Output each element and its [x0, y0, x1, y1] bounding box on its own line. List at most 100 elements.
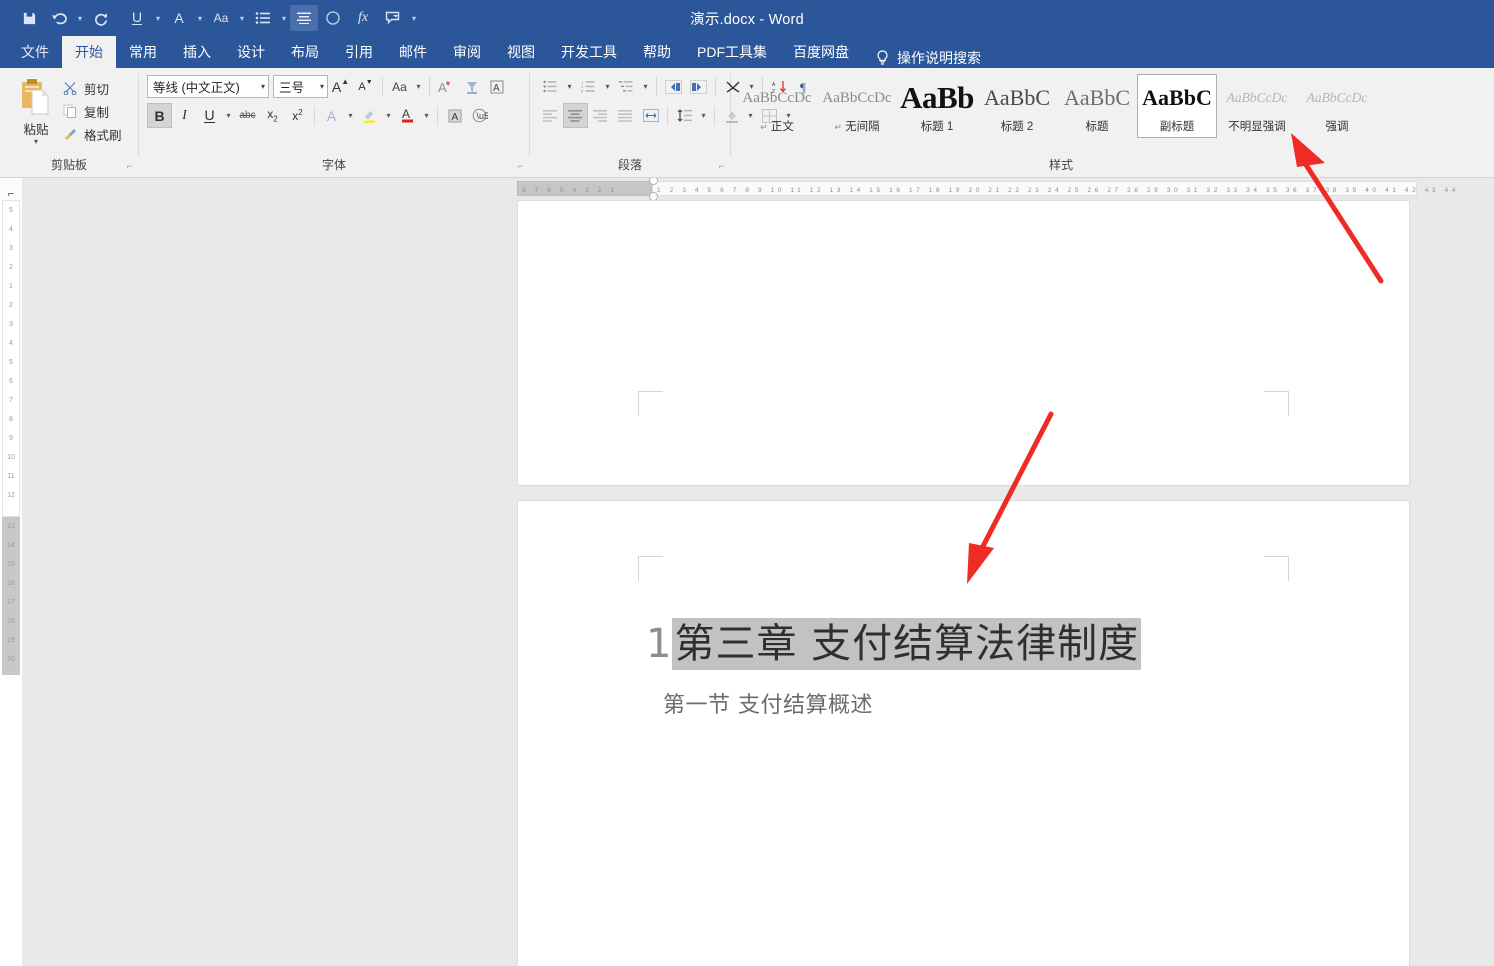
- text-effects-button[interactable]: A: [434, 74, 459, 99]
- tab-help[interactable]: 帮助: [630, 36, 684, 68]
- tab-view[interactable]: 视图: [494, 36, 548, 68]
- vertical-ruler[interactable]: ⌐ 543 212 345 678 9 10 11 12 13 14 15 16 17 18…: [0, 178, 22, 966]
- numbering-dropdown-icon[interactable]: ▾: [601, 74, 614, 99]
- style-item-normal[interactable]: AaBbCcDc ↵ 正文: [737, 74, 817, 138]
- style-item-title[interactable]: AaBbC 标题: [1057, 74, 1137, 138]
- document-page-1[interactable]: [517, 200, 1410, 486]
- tell-me-search[interactable]: 操作说明搜索: [862, 48, 981, 68]
- underline-button[interactable]: U: [197, 103, 222, 128]
- align-icon[interactable]: [290, 5, 318, 31]
- tab-review[interactable]: 审阅: [440, 36, 494, 68]
- format-painter-button[interactable]: 格式刷: [62, 124, 122, 144]
- change-case-icon[interactable]: Aa: [206, 4, 236, 32]
- highlight-dropdown-icon[interactable]: ▾: [382, 103, 395, 128]
- style-item-heading-2[interactable]: AaBbC 标题 2: [977, 74, 1057, 138]
- tab-insert[interactable]: 插入: [170, 36, 224, 68]
- tab-mailings[interactable]: 邮件: [386, 36, 440, 68]
- quick-access-toolbar[interactable]: ▾ U ▾ A ▾ Aa ▾ ▾ fx ▾: [0, 4, 420, 32]
- tab-common[interactable]: 常用: [116, 36, 170, 68]
- tab-file[interactable]: 文件: [8, 36, 62, 68]
- equation-icon[interactable]: fx: [348, 4, 378, 32]
- comment-icon[interactable]: [378, 4, 408, 32]
- document-title-paragraph[interactable]: 1第三章 支付结算法律制度: [646, 611, 1142, 670]
- distribute-button[interactable]: [638, 103, 663, 128]
- underline-dropdown-icon[interactable]: ▾: [222, 103, 235, 128]
- undo-dropdown-icon[interactable]: ▾: [74, 4, 86, 32]
- font-color-button[interactable]: A: [395, 103, 420, 128]
- tab-developer[interactable]: 开发工具: [548, 36, 630, 68]
- clear-formatting-button[interactable]: [459, 74, 484, 99]
- align-center-button[interactable]: [563, 103, 588, 128]
- tab-references[interactable]: 引用: [332, 36, 386, 68]
- tab-home[interactable]: 开始: [62, 36, 116, 68]
- strikethrough-button[interactable]: abc: [235, 103, 260, 128]
- shape-circle-icon[interactable]: [318, 4, 348, 32]
- style-item-emphasis[interactable]: AaBbCcDc 强调: [1297, 74, 1377, 138]
- bullets-button[interactable]: [538, 74, 563, 99]
- style-item-no-spacing[interactable]: AaBbCcDc ↵ 无间隔: [817, 74, 897, 138]
- tab-stop-icon[interactable]: ⌐: [0, 178, 22, 200]
- clipboard-dialog-launcher[interactable]: ⌐: [127, 157, 132, 175]
- decrease-indent-button[interactable]: [661, 74, 686, 99]
- document-title-text[interactable]: 第三章 支付结算法律制度: [672, 618, 1142, 670]
- save-icon[interactable]: [14, 4, 44, 32]
- cut-button[interactable]: 剪切: [62, 78, 122, 98]
- customize-qat-icon[interactable]: ▾: [408, 4, 420, 32]
- font-size-input[interactable]: 三号 ▾: [273, 75, 328, 98]
- style-item-heading-1[interactable]: AaBb 标题 1: [897, 74, 977, 138]
- paste-dropdown-icon[interactable]: ▾: [34, 138, 38, 146]
- change-case-button[interactable]: Aa: [387, 74, 412, 99]
- bullet-list-icon[interactable]: [248, 4, 278, 32]
- copy-button[interactable]: 复制: [62, 101, 122, 121]
- tab-baidu-netdisk[interactable]: 百度网盘: [780, 36, 862, 68]
- paragraph-dialog-launcher[interactable]: ⌐: [719, 157, 724, 175]
- multilevel-list-button[interactable]: [614, 74, 639, 99]
- font-size-dropdown-icon[interactable]: ▾: [317, 82, 324, 91]
- undo-icon[interactable]: [44, 4, 74, 32]
- shrink-font-button[interactable]: A ▼: [353, 74, 378, 99]
- redo-icon[interactable]: [86, 4, 116, 32]
- font-color-dropdown-icon[interactable]: ▾: [420, 103, 433, 128]
- style-item-subtle-emphasis[interactable]: AaBbCcDc 不明显强调: [1217, 74, 1297, 138]
- superscript-button[interactable]: x2: [285, 103, 310, 128]
- change-case-dropdown-icon[interactable]: ▾: [236, 4, 248, 32]
- multilevel-list-dropdown-icon[interactable]: ▾: [639, 74, 652, 99]
- font-color-icon[interactable]: A: [164, 4, 194, 32]
- paste-button[interactable]: 粘贴 ▾: [10, 74, 62, 146]
- change-case-dropdown-icon[interactable]: ▾: [412, 74, 425, 99]
- bullet-list-dropdown-icon[interactable]: ▾: [278, 4, 290, 32]
- justify-button[interactable]: [613, 103, 638, 128]
- tab-layout[interactable]: 布局: [278, 36, 332, 68]
- font-name-dropdown-icon[interactable]: ▾: [258, 82, 265, 91]
- document-page-2[interactable]: 1第三章 支付结算法律制度 第一节 支付结算概述: [517, 500, 1410, 966]
- tab-design[interactable]: 设计: [224, 36, 278, 68]
- line-spacing-button[interactable]: [672, 103, 697, 128]
- font-color-dropdown-icon[interactable]: ▾: [194, 4, 206, 32]
- styles-gallery[interactable]: AaBbCcDc ↵ 正文 AaBbCcDc ↵ 无间隔 AaBb 标题 1 A…: [731, 68, 1494, 156]
- align-right-button[interactable]: [588, 103, 613, 128]
- highlight-color-button[interactable]: [357, 103, 382, 128]
- enclose-character-button[interactable]: \u5b57: [467, 103, 492, 128]
- horizontal-ruler[interactable]: 8 7 6 5 4 3 2 1 1 2 3 4 5 6 7 8 9 10 11 …: [517, 178, 1455, 201]
- character-border-button[interactable]: A: [442, 103, 467, 128]
- tab-pdf-tools[interactable]: PDF工具集: [684, 36, 780, 68]
- underline-dropdown-icon[interactable]: ▾: [152, 4, 164, 32]
- numbering-button[interactable]: 1 2 3: [576, 74, 601, 99]
- phonetic-guide-button[interactable]: A: [484, 74, 509, 99]
- line-spacing-dropdown-icon[interactable]: ▾: [697, 103, 710, 128]
- document-canvas[interactable]: 8 7 6 5 4 3 2 1 1 2 3 4 5 6 7 8 9 10 11 …: [517, 178, 1494, 966]
- subscript-button[interactable]: x2: [260, 103, 285, 128]
- text-effect-button[interactable]: A: [319, 103, 344, 128]
- font-name-input[interactable]: 等线 (中文正文) ▾: [147, 75, 269, 98]
- style-item-subtitle[interactable]: AaBbC 副标题: [1137, 74, 1217, 138]
- grow-font-button[interactable]: A ▲: [328, 74, 353, 99]
- underline-icon[interactable]: U: [122, 4, 152, 32]
- align-left-button[interactable]: [538, 103, 563, 128]
- text-effect-dropdown-icon[interactable]: ▾: [344, 103, 357, 128]
- italic-button[interactable]: I: [172, 103, 197, 128]
- document-subtitle-paragraph[interactable]: 第一节 支付结算概述: [663, 687, 873, 719]
- bold-button[interactable]: B: [147, 103, 172, 128]
- bullets-dropdown-icon[interactable]: ▾: [563, 74, 576, 99]
- increase-indent-button[interactable]: [686, 74, 711, 99]
- font-dialog-launcher[interactable]: ⌐: [518, 157, 523, 175]
